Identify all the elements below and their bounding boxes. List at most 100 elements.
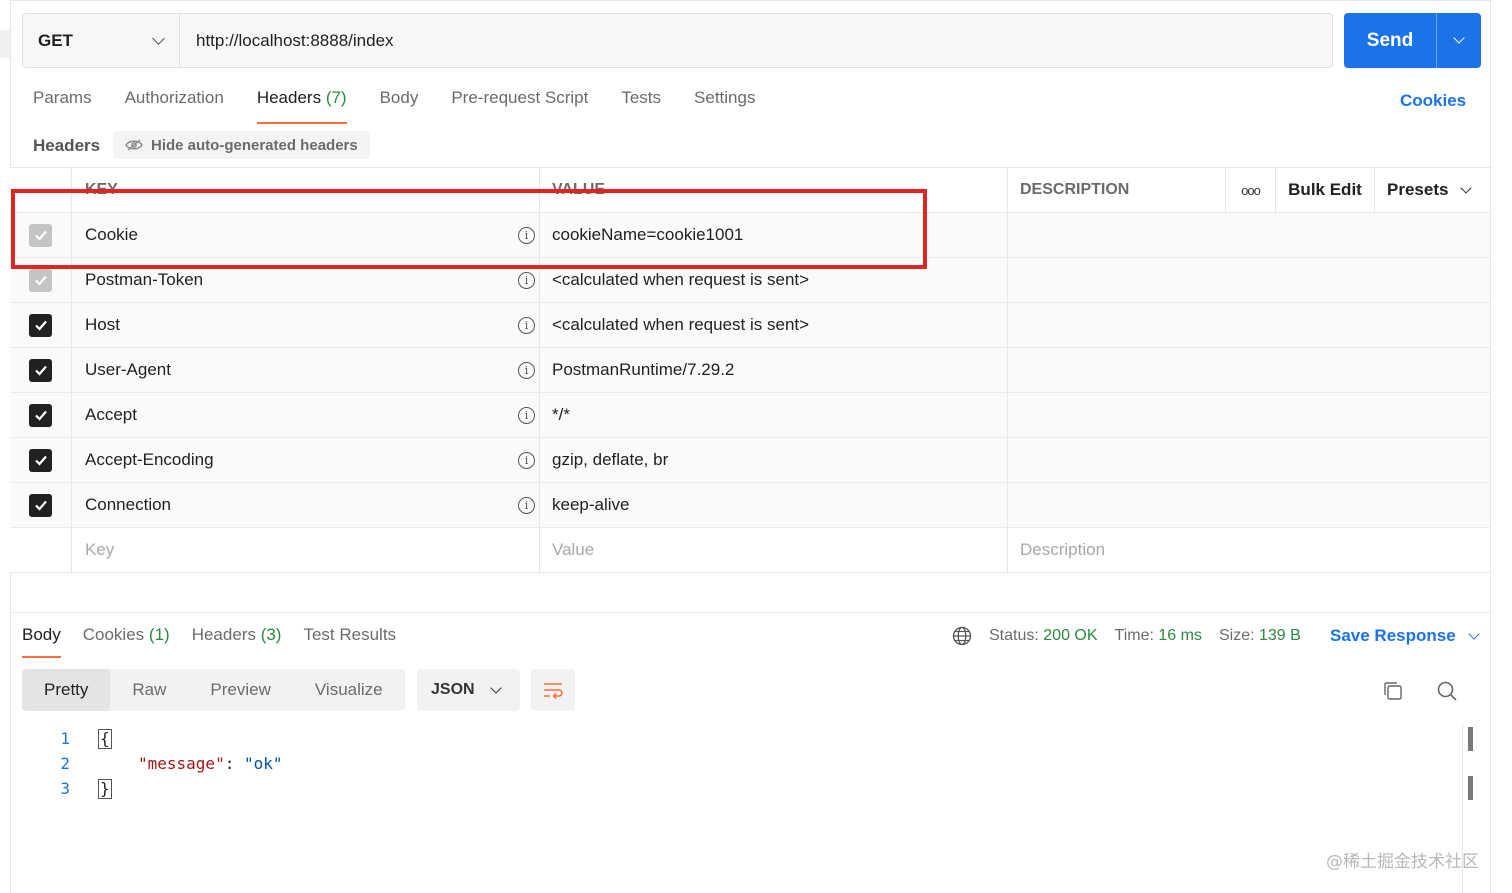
tab-settings[interactable]: Settings <box>694 88 755 124</box>
key-cell[interactable]: Host i <box>72 303 540 347</box>
code-close-brace: } <box>98 778 112 799</box>
header-value: PostmanRuntime/7.29.2 <box>552 360 735 379</box>
tab-response-body[interactable]: Body <box>22 625 61 658</box>
header-key: User-Agent <box>85 360 171 379</box>
globe-icon[interactable] <box>952 626 972 646</box>
info-icon[interactable]: i <box>518 406 535 424</box>
description-cell[interactable] <box>1008 438 1490 482</box>
row-checkbox[interactable] <box>29 223 52 247</box>
key-cell[interactable]: Accept-Encoding i <box>72 438 540 482</box>
info-icon[interactable]: i <box>518 496 535 514</box>
row-checkbox[interactable] <box>29 313 52 337</box>
code-open-brace: { <box>98 728 112 749</box>
tab-response-cookies[interactable]: Cookies (1) <box>83 625 170 658</box>
chevron-down-icon <box>490 681 502 694</box>
presets-dropdown[interactable]: Presets <box>1375 180 1490 200</box>
description-cell[interactable] <box>1008 258 1490 302</box>
time-readout[interactable]: Time: 16 ms <box>1115 627 1202 645</box>
view-pretty[interactable]: Pretty <box>22 669 111 711</box>
row-checkbox[interactable] <box>29 403 52 427</box>
info-icon[interactable]: i <box>518 451 535 469</box>
view-visualize[interactable]: Visualize <box>293 669 405 711</box>
table-row: Cookie i cookieName=cookie1001 <box>10 213 1490 258</box>
description-cell[interactable] <box>1008 483 1490 527</box>
row-check-cell <box>10 483 72 527</box>
table-row: Postman-Token i <calculated when request … <box>10 258 1490 303</box>
new-description-input[interactable]: Description <box>1008 528 1490 572</box>
tab-params[interactable]: Params <box>33 88 92 124</box>
info-icon[interactable]: i <box>518 316 535 334</box>
table-row: Host i <calculated when request is sent> <box>10 303 1490 348</box>
value-cell[interactable]: keep-alive <box>540 483 1008 527</box>
response-code-editor[interactable]: 1 { 2 "message": "ok" 3 } <box>40 726 283 801</box>
key-cell[interactable]: Postman-Token i <box>72 258 540 302</box>
view-preview[interactable]: Preview <box>188 669 292 711</box>
tab-pre-request-script[interactable]: Pre-request Script <box>451 88 588 124</box>
key-cell[interactable]: Accept i <box>72 393 540 437</box>
tab-label: Body <box>379 88 419 107</box>
row-checkbox[interactable] <box>29 268 52 292</box>
key-cell[interactable]: User-Agent i <box>72 348 540 392</box>
response-tabs: Body Cookies (1) Headers (3) Test Result… <box>22 625 418 658</box>
value-cell[interactable]: <calculated when request is sent> <box>540 258 1008 302</box>
status-label: Status: <box>989 627 1039 644</box>
key-cell[interactable]: Cookie i <box>72 213 540 257</box>
description-cell[interactable] <box>1008 303 1490 347</box>
hide-auto-generated-headers-button[interactable]: Hide auto-generated headers <box>113 131 370 159</box>
tab-response-headers[interactable]: Headers (3) <box>192 625 282 658</box>
value-cell[interactable]: */* <box>540 393 1008 437</box>
more-options-button[interactable]: ooo <box>1226 168 1276 212</box>
search-icon[interactable] <box>1436 680 1458 702</box>
bulk-edit-button[interactable]: Bulk Edit <box>1276 168 1375 212</box>
tab-headers[interactable]: Headers (7) <box>256 88 347 124</box>
value-cell[interactable]: PostmanRuntime/7.29.2 <box>540 348 1008 392</box>
code-line: 2 "message": "ok" <box>40 751 282 776</box>
header-value: <calculated when request is sent> <box>552 270 810 289</box>
row-check-cell <box>10 258 72 302</box>
url-input[interactable] <box>180 14 1332 67</box>
table-row: Accept i */* <box>10 393 1490 438</box>
info-icon[interactable]: i <box>518 226 535 244</box>
size-value: 139 B <box>1259 627 1301 644</box>
send-button[interactable]: Send <box>1344 13 1437 68</box>
description-cell[interactable] <box>1008 393 1490 437</box>
format-select[interactable]: JSON <box>417 669 520 711</box>
tab-label: Settings <box>694 88 756 107</box>
description-cell[interactable] <box>1008 213 1490 257</box>
method-select[interactable]: GET <box>23 14 180 67</box>
tab-body[interactable]: Body <box>380 88 419 124</box>
info-icon[interactable]: i <box>518 271 535 289</box>
row-checkbox[interactable] <box>29 358 52 382</box>
value-cell[interactable]: <calculated when request is sent> <box>540 303 1008 347</box>
response-divider <box>10 612 1491 613</box>
size-readout[interactable]: Size: 139 B <box>1219 627 1301 645</box>
wrap-lines-button[interactable] <box>531 669 575 711</box>
tab-tests[interactable]: Tests <box>621 88 661 124</box>
presets-label: Presets <box>1387 180 1449 199</box>
chevron-down-icon <box>152 31 165 45</box>
status-readout[interactable]: Status: 200 OK <box>989 627 1098 645</box>
header-key: Host <box>85 315 120 334</box>
send-options-button[interactable] <box>1437 13 1481 68</box>
description-cell[interactable] <box>1008 348 1490 392</box>
new-value-input[interactable]: Value <box>540 528 1008 572</box>
tab-authorization[interactable]: Authorization <box>125 88 224 124</box>
value-cell[interactable]: cookieName=cookie1001 <box>540 213 1008 257</box>
left-edge-strip <box>0 30 10 58</box>
view-raw[interactable]: Raw <box>110 669 188 711</box>
tab-label: Cookies <box>82 625 145 644</box>
save-response-button[interactable]: Save Response <box>1330 626 1480 646</box>
value-cell[interactable]: gzip, deflate, br <box>540 438 1008 482</box>
new-key-input[interactable]: Key <box>72 528 540 572</box>
chevron-down-icon <box>1468 627 1480 640</box>
row-checkbox[interactable] <box>29 493 52 517</box>
cookies-link[interactable]: Cookies <box>1400 91 1466 111</box>
key-cell[interactable]: Connection i <box>72 483 540 527</box>
table-row: Accept-Encoding i gzip, deflate, br <box>10 438 1490 483</box>
row-checkbox[interactable] <box>29 448 52 472</box>
tab-test-results[interactable]: Test Results <box>303 625 396 658</box>
info-icon[interactable]: i <box>518 361 535 379</box>
copy-icon[interactable] <box>1382 680 1404 702</box>
check-icon <box>34 500 47 511</box>
format-label: JSON <box>431 681 475 698</box>
